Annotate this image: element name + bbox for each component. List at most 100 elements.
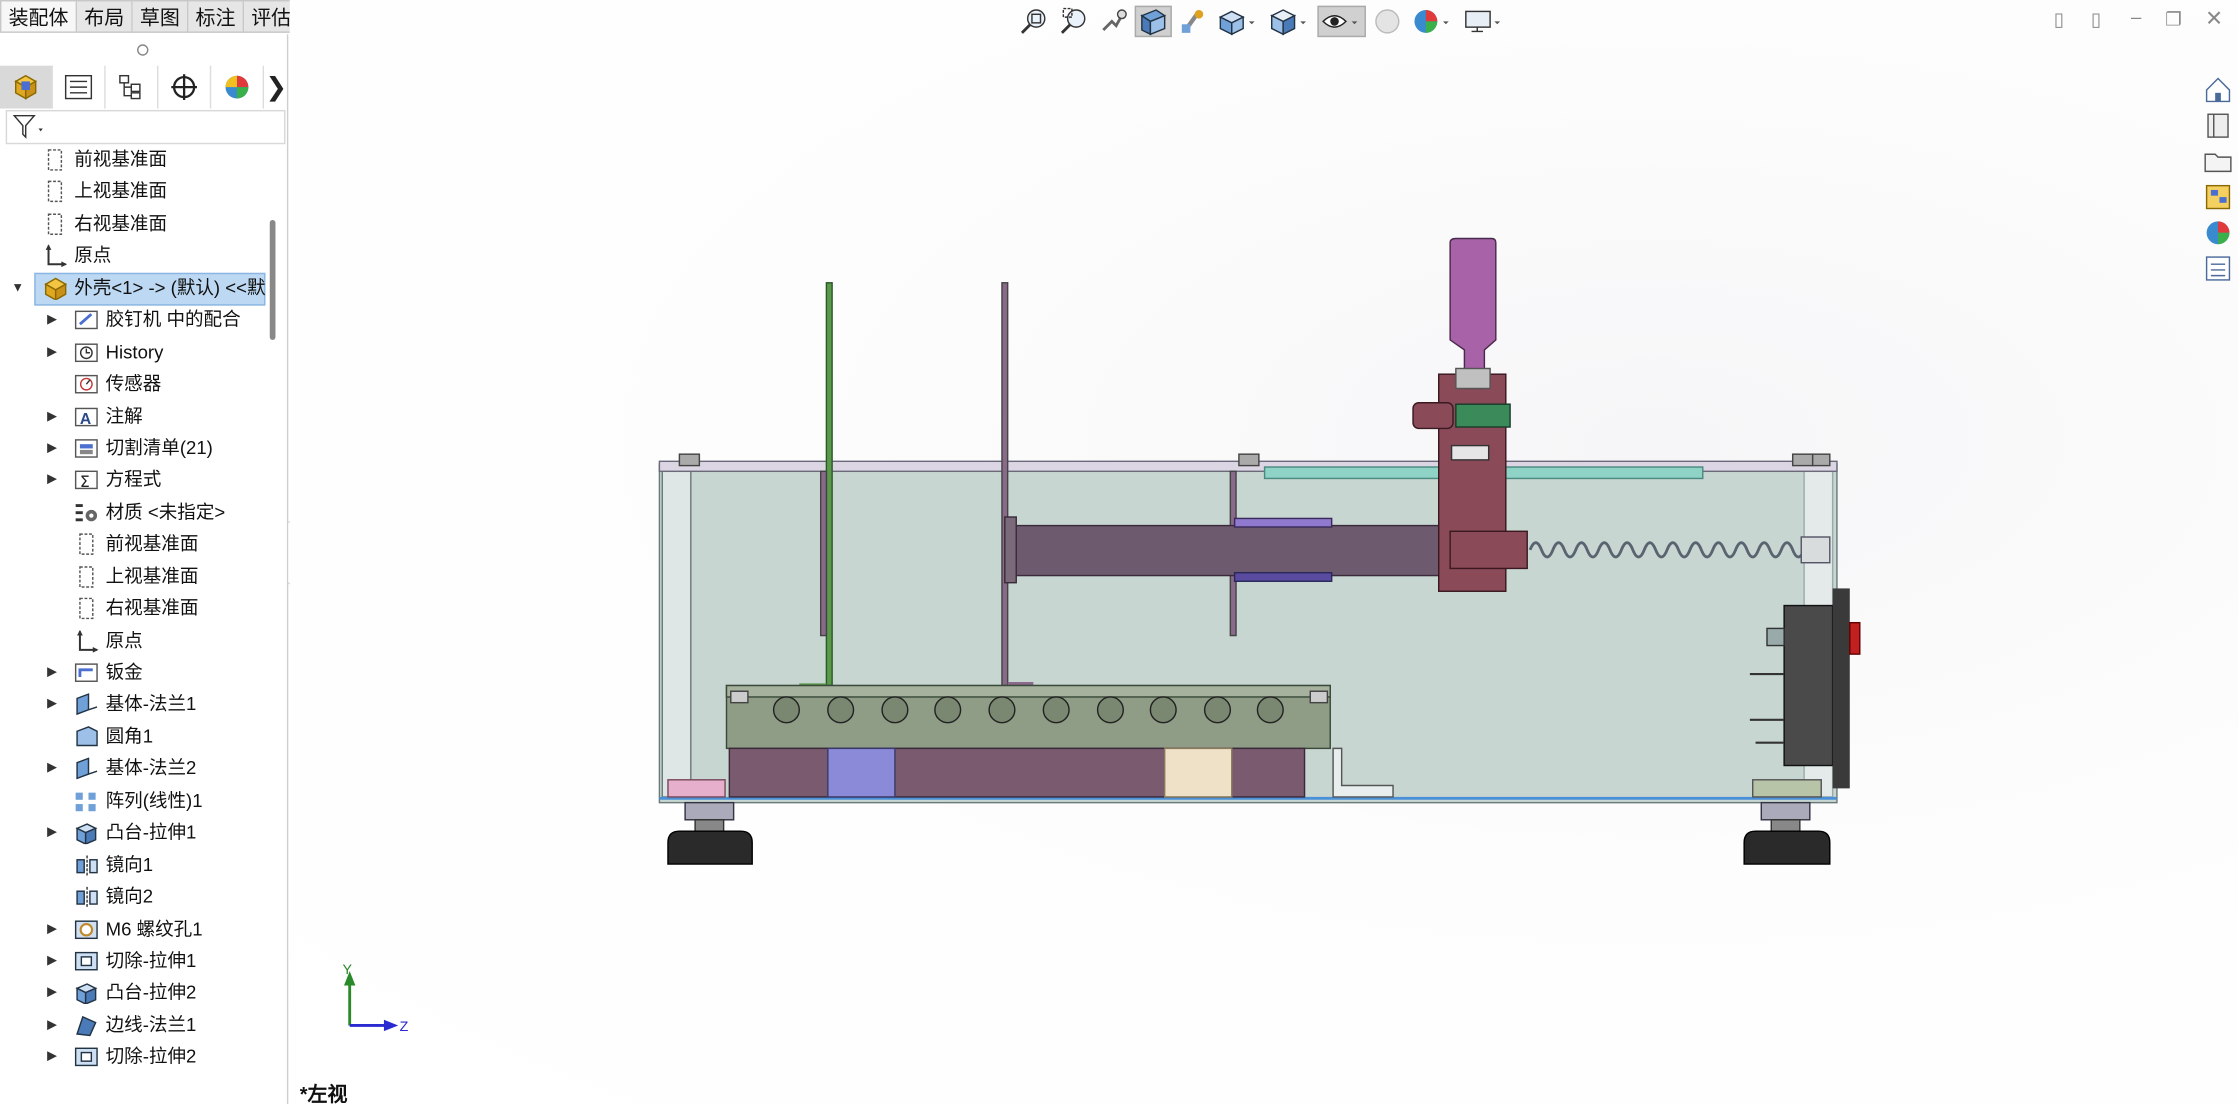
svg-text:A: A xyxy=(80,410,91,427)
tree-item[interactable]: 前视基准面 xyxy=(0,144,271,176)
tree-item[interactable]: ▶ 钣金 xyxy=(0,657,271,689)
expand-arrow-icon[interactable]: ▶ xyxy=(47,664,57,680)
tree-item-label: 基体-法兰2 xyxy=(105,757,197,779)
tree-item[interactable]: 原点 xyxy=(0,625,271,657)
graphics-viewport[interactable]: ▯ ▯ – ❐ ✕ Y Z xyxy=(289,0,2238,1104)
origin-icon xyxy=(43,244,68,268)
tree-item-label: 外壳<1> -> (默认) <<默 xyxy=(74,276,266,299)
mirror-icon xyxy=(74,854,98,877)
boss-extrude-icon xyxy=(74,821,98,846)
display-manager-icon xyxy=(225,75,249,99)
expand-arrow-icon[interactable]: ▶ xyxy=(47,824,57,840)
appearances-icon[interactable] xyxy=(2202,217,2233,248)
tree-item[interactable]: ▶ 凸台-拉伸2 xyxy=(0,977,271,1009)
tree-item-label: 胶钉机 中的配合 xyxy=(105,308,241,331)
tab-3[interactable]: 标注 xyxy=(188,0,245,33)
housing-left-wall xyxy=(661,470,692,798)
expand-arrow-icon[interactable]: ▶ xyxy=(47,344,57,360)
tree-item[interactable]: ▶ Σ 方程式 xyxy=(0,465,271,497)
tree-vertical-scrollbar[interactable] xyxy=(269,219,276,340)
feature-tree: 前视基准面 上视基准面 右视基准面 原点 ▼ 外壳<1> -> (默认) <<默 ▶ 胶钉机 … xyxy=(0,144,271,1073)
tab-2[interactable]: 草图 xyxy=(132,0,189,33)
feature-manager-panel: ❯ 前视基准面 上视基准面 右视基准面 原点 ▼ 外壳<1> -> (默认) <<默 ▶ 胶钉… xyxy=(0,34,289,1104)
tree-item[interactable]: 前视基准面 xyxy=(0,529,271,561)
tree-item[interactable]: 传感器 xyxy=(0,369,271,401)
expand-arrow-icon[interactable]: ▶ xyxy=(47,920,57,936)
history-icon xyxy=(74,341,98,364)
property-manager-tab[interactable] xyxy=(53,65,106,109)
tree-item[interactable]: ▶ 切割清单(21) xyxy=(0,433,271,465)
tree-item[interactable]: ▶ M6 螺纹孔1 xyxy=(0,913,271,945)
expand-arrow-icon[interactable]: ▶ xyxy=(47,440,57,456)
boss-extrude-icon xyxy=(74,982,98,1006)
tree-item[interactable]: 镜向2 xyxy=(0,881,271,913)
expand-arrow-icon[interactable]: ▶ xyxy=(47,696,57,712)
part-icon xyxy=(43,277,68,301)
display-manager-tab[interactable] xyxy=(211,65,265,109)
feature-manager-icon xyxy=(14,74,38,100)
tree-item-label: 基体-法兰1 xyxy=(105,693,197,715)
dimxpert-tab[interactable] xyxy=(158,65,212,109)
panel-more-chevron-icon[interactable]: ❯ xyxy=(265,73,287,103)
expand-arrow-icon[interactable]: ▶ xyxy=(47,760,57,776)
expand-arrow-icon[interactable]: ▶ xyxy=(47,953,57,969)
panel-grip[interactable] xyxy=(137,44,149,56)
tree-item[interactable]: ▶ History xyxy=(0,337,271,369)
view-name-label: *左视 xyxy=(299,1082,348,1104)
file-explorer-icon[interactable] xyxy=(2202,146,2233,177)
expand-arrow-icon[interactable]: ▶ xyxy=(47,1017,57,1033)
configuration-manager-tab[interactable] xyxy=(106,65,159,109)
tree-item[interactable]: 圆角1 xyxy=(0,721,271,753)
tree-item[interactable]: ▶ 胶钉机 中的配合 xyxy=(0,304,271,336)
tree-item-label: 切除-拉伸2 xyxy=(105,1045,197,1068)
design-library-icon[interactable] xyxy=(2202,110,2233,141)
view-palette-icon[interactable] xyxy=(2202,181,2233,212)
feature-manager-tab[interactable] xyxy=(0,65,53,109)
tree-item[interactable]: 右视基准面 xyxy=(0,208,271,240)
base-flange-icon xyxy=(74,757,98,780)
cutlist-icon xyxy=(74,437,98,460)
expand-arrow-icon[interactable]: ▶ xyxy=(47,408,57,424)
tree-item[interactable]: 镜向1 xyxy=(0,849,271,881)
tree-item[interactable]: ▶ A 注解 xyxy=(0,401,271,433)
expand-arrow-icon[interactable]: ▶ xyxy=(47,1049,57,1065)
triad-z-label: Z xyxy=(400,1019,409,1035)
tree-item[interactable]: 上视基准面 xyxy=(0,176,271,208)
tree-filter[interactable] xyxy=(5,109,286,145)
tab-1[interactable]: 布局 xyxy=(77,0,133,33)
tree-item-label: 凸台-拉伸2 xyxy=(105,981,197,1004)
tree-item[interactable]: 材质 <未指定> xyxy=(0,497,271,529)
plane-icon xyxy=(43,213,67,236)
tree-item-label: 右视基准面 xyxy=(74,212,168,235)
tree-item[interactable]: ▼ 外壳<1> -> (默认) <<默 xyxy=(0,272,271,306)
tree-item[interactable]: 上视基准面 xyxy=(0,561,271,593)
origin-icon xyxy=(74,629,99,653)
tree-item-label: 边线-法兰1 xyxy=(105,1013,197,1036)
plane-icon xyxy=(43,181,67,204)
green-rod xyxy=(825,282,833,687)
custom-properties-icon[interactable] xyxy=(2202,253,2233,284)
tree-item[interactable]: ▶ 凸台-拉伸1 xyxy=(0,817,271,849)
tree-item[interactable]: ▶ 边线-法兰1 xyxy=(0,1009,271,1041)
expand-arrow-icon[interactable]: ▶ xyxy=(47,472,57,488)
tree-item-label: 切割清单(21) xyxy=(105,436,213,459)
tree-item-label: 传感器 xyxy=(105,372,162,395)
tree-item-label: 镜向1 xyxy=(105,853,154,875)
tree-item-label: 方程式 xyxy=(105,468,162,491)
tree-item[interactable]: 阵列(线性)1 xyxy=(0,785,271,817)
tree-item[interactable]: ▶ 切除-拉伸2 xyxy=(0,1042,271,1074)
home-icon[interactable] xyxy=(2202,74,2233,105)
tree-item[interactable]: 原点 xyxy=(0,240,271,272)
tree-item[interactable]: ▶ 基体-法兰2 xyxy=(0,753,271,785)
tab-0[interactable]: 装配体 xyxy=(0,0,78,33)
assembly-model[interactable] xyxy=(290,0,2238,1104)
switch-box xyxy=(1783,604,1834,767)
collapse-arrow-icon[interactable]: ▼ xyxy=(11,280,24,294)
expand-arrow-icon[interactable]: ▶ xyxy=(47,312,57,328)
tree-item[interactable]: ▶ 切除-拉伸1 xyxy=(0,945,271,977)
tree-item-label: 前视基准面 xyxy=(74,148,168,170)
expand-arrow-icon[interactable]: ▶ xyxy=(47,985,57,1001)
tree-item[interactable]: ▶ 基体-法兰1 xyxy=(0,689,271,721)
rail-end-cap xyxy=(1004,516,1017,584)
tree-item[interactable]: 右视基准面 xyxy=(0,593,271,625)
